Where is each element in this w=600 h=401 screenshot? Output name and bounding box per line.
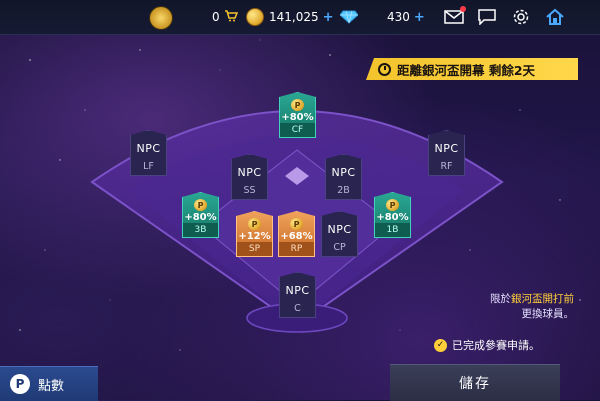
card-position: 1B <box>375 223 410 237</box>
card-position: SS <box>243 185 256 196</box>
check-icon: ✓ <box>434 338 447 352</box>
card-name: NPC <box>237 166 262 179</box>
card-position: 3B <box>183 223 218 237</box>
card-position: LF <box>143 161 154 172</box>
player-points-icon: P <box>290 218 303 230</box>
card-position: 2B <box>337 185 350 196</box>
card-name: NPC <box>285 284 310 297</box>
position-card-ss[interactable]: NPC SS <box>231 154 268 200</box>
points-label: 點數 <box>38 378 65 394</box>
registration-status-text: 已完成參賽申請。 <box>452 339 540 352</box>
card-name: NPC <box>327 223 352 236</box>
card-position: CF <box>280 123 315 137</box>
card-bonus: +80% <box>281 112 314 123</box>
player-points-icon: P <box>248 218 261 230</box>
substitution-note: 限於銀河盃開打前 更換球員。 <box>490 292 574 322</box>
card-bonus: +12% <box>238 231 271 242</box>
position-card-rf[interactable]: NPC RF <box>428 130 465 176</box>
position-card-c[interactable]: NPC C <box>279 272 316 318</box>
player-points-icon: P <box>291 99 304 111</box>
card-name: NPC <box>434 142 459 155</box>
position-card-3b[interactable]: P +80% 3B <box>182 192 219 238</box>
card-name: NPC <box>136 142 161 155</box>
registration-status: ✓ 已完成參賽申請。 <box>434 335 566 355</box>
note-line2: 更換球員。 <box>521 308 575 320</box>
note-prefix: 限於 <box>490 293 511 305</box>
position-card-2b[interactable]: NPC 2B <box>325 154 362 200</box>
card-bonus: +68% <box>280 231 313 242</box>
points-button[interactable]: P 點數 <box>0 366 98 401</box>
note-highlight: 銀河盃開打前 <box>511 293 574 305</box>
card-bonus: +80% <box>376 212 409 223</box>
save-label: 儲存 <box>459 376 491 392</box>
card-position: CP <box>333 242 346 253</box>
position-card-1b[interactable]: P +80% 1B <box>374 192 411 238</box>
position-card-cf[interactable]: P +80% CF <box>279 92 316 138</box>
card-position: RF <box>440 161 453 172</box>
card-name: NPC <box>331 166 356 179</box>
card-position: SP <box>237 242 272 256</box>
player-points-icon: P <box>386 199 399 211</box>
card-bonus: +80% <box>184 212 217 223</box>
save-button[interactable]: 儲存 <box>390 364 560 401</box>
card-position: RP <box>279 242 314 256</box>
player-points-icon: P <box>194 199 207 211</box>
position-card-rp[interactable]: P +68% RP <box>278 211 315 257</box>
card-position: C <box>294 303 301 314</box>
position-card-sp[interactable]: P +12% SP <box>236 211 273 257</box>
position-card-lf[interactable]: NPC LF <box>130 130 167 176</box>
points-icon: P <box>10 374 30 394</box>
position-card-cp[interactable]: NPC CP <box>321 211 358 257</box>
